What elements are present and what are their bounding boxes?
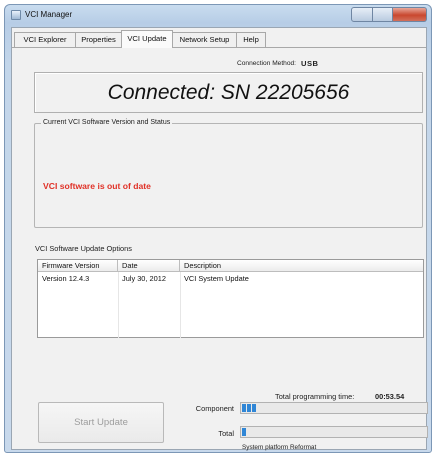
tab-vci-update[interactable]: VCI Update	[121, 30, 173, 48]
total-time-value: 00:53.54	[375, 392, 405, 401]
tab-network-setup[interactable]: Network Setup	[172, 32, 237, 47]
minimize-button[interactable]	[351, 7, 373, 22]
tab-vci-explorer[interactable]: VCI Explorer	[14, 32, 76, 47]
app-icon	[11, 10, 21, 20]
component-progress-bar	[240, 402, 428, 414]
cell-date: July 30, 2012	[122, 274, 166, 283]
main-panel: VCI Explorer Properties VCI Update Netwo…	[11, 27, 428, 451]
component-progress-fill	[242, 404, 257, 412]
component-progress-label: Component	[195, 404, 234, 413]
version-status-group-label: Current VCI Software Version and Status	[41, 119, 173, 126]
vci-manager-window: VCI Manager VCI Explorer Properties VCI …	[4, 4, 432, 453]
column-header-description[interactable]: Description	[180, 260, 425, 272]
connection-status-box: Connected: SN 22205656	[34, 72, 423, 113]
tab-divider	[12, 47, 426, 48]
window-title: VCI Manager	[25, 10, 73, 19]
software-status-message: VCI software is out of date	[43, 181, 151, 191]
window-controls	[351, 7, 427, 22]
table-row[interactable]: Version 12.4.3 July 30, 2012 VCI System …	[38, 273, 423, 285]
total-time-label: Total programming time:	[275, 392, 355, 401]
maximize-button[interactable]	[373, 7, 393, 22]
total-progress-bar	[240, 426, 428, 438]
programming-stage-text: System platform Reformat	[242, 444, 317, 451]
firmware-table[interactable]: Firmware Version Date Description Versio…	[37, 259, 424, 338]
tab-help[interactable]: Help	[236, 32, 266, 47]
column-header-firmware-version[interactable]: Firmware Version	[38, 260, 118, 272]
title-bar[interactable]: VCI Manager	[5, 5, 431, 25]
cell-description: VCI System Update	[184, 274, 249, 283]
total-progress-label: Total	[218, 429, 234, 438]
connection-method-label: Connection Method:	[237, 60, 297, 67]
tab-properties[interactable]: Properties	[75, 32, 122, 47]
version-status-group: Current VCI Software Version and Status …	[34, 119, 423, 228]
column-header-date[interactable]: Date	[118, 260, 180, 272]
firmware-table-header: Firmware Version Date Description	[38, 260, 423, 272]
close-button[interactable]	[393, 7, 427, 22]
start-update-button[interactable]: Start Update	[38, 402, 164, 443]
connection-status-text: Connected: SN 22205656	[107, 81, 350, 104]
update-options-label: VCI Software Update Options	[35, 244, 132, 253]
tab-strip: VCI Explorer Properties VCI Update Netwo…	[12, 28, 426, 48]
total-progress-fill	[242, 428, 246, 436]
connection-method-value: USB	[301, 59, 319, 68]
cell-firmware-version: Version 12.4.3	[42, 274, 90, 283]
